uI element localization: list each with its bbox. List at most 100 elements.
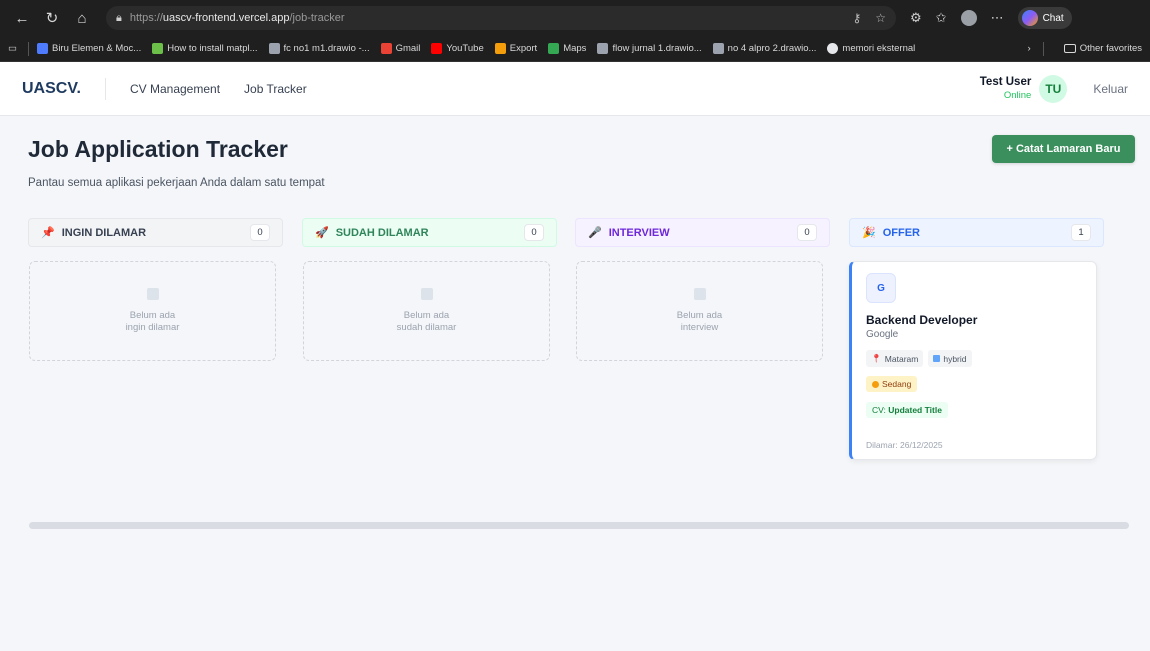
location-label: Mataram <box>884 353 919 364</box>
empty-dropzone-ingin-dilamar[interactable]: Belum ada ingin dilamar <box>29 261 276 361</box>
divider <box>27 41 29 56</box>
column-header-offer: 🎉 OFFER 1 <box>849 218 1104 247</box>
logout-button[interactable]: Keluar <box>1093 82 1128 96</box>
priority-dot-icon <box>872 380 879 388</box>
bookmark-label: Gmail <box>395 43 421 54</box>
page-title: Job Application Tracker <box>28 136 288 162</box>
location-pin-icon: 📍︎ <box>871 353 882 363</box>
user-status: Online <box>1003 90 1032 101</box>
bookmark-item[interactable]: no 4 alpro 2.drawio... <box>712 43 817 54</box>
bookmark-label: Export <box>509 43 538 54</box>
work-type-tag: hybrid <box>928 350 972 367</box>
favorites-icon[interactable]: ✩ <box>936 10 947 26</box>
location-tag: 📍︎ Mataram <box>866 350 924 367</box>
bookmark-icon <box>152 43 164 54</box>
bookmark-label: How to install matpl... <box>167 43 258 54</box>
bookmark-label: YouTube <box>446 43 484 54</box>
column-count: 1 <box>1071 224 1091 241</box>
bookmark-item[interactable]: Biru Elemen & Moc... <box>36 43 141 54</box>
page-subtitle: Pantau semua aplikasi pekerjaan Anda dal… <box>28 177 325 189</box>
bookmark-item[interactable]: Gmail <box>380 43 421 54</box>
bookmark-label: no 4 alpro 2.drawio... <box>727 43 817 54</box>
cv-prefix: CV: <box>872 404 886 415</box>
tabs-icon[interactable]: ▭ <box>8 43 17 54</box>
column-title: INGIN DILAMAR <box>61 226 147 239</box>
extensions-icon[interactable]: ⚙ <box>910 10 922 26</box>
divider <box>1042 41 1044 56</box>
party-popper-icon: 🎉 <box>862 227 876 239</box>
bookmark-item[interactable]: How to install matpl... <box>152 43 258 54</box>
horizontal-scrollbar[interactable] <box>29 522 1129 529</box>
bookmark-label: flow jurnal 1.drawio... <box>612 43 702 54</box>
empty-dropzone-sudah-dilamar[interactable]: Belum ada sudah dilamar <box>303 261 550 361</box>
user-info: Test User Online <box>980 76 1032 101</box>
microphone-icon: 🎤 <box>588 227 602 239</box>
other-favorites[interactable]: Other favorites <box>1063 43 1142 54</box>
empty-text: Belum ada interview <box>676 310 723 333</box>
nav-cv-management[interactable]: CV Management <box>130 82 220 96</box>
cv-title: Updated Title <box>888 404 942 415</box>
bookmarks-bar: ▭ Biru Elemen & Moc... How to install ma… <box>0 36 1150 62</box>
address-bar[interactable]: 🔒︎ https://uascv-frontend.vercel.app/job… <box>106 6 896 30</box>
bookmark-item[interactable]: YouTube <box>431 43 484 54</box>
column-count: 0 <box>797 224 817 241</box>
copilot-icon <box>1021 10 1038 26</box>
bookmark-item[interactable]: memori eksternal <box>827 43 915 54</box>
pin-icon: 📌 <box>41 227 55 239</box>
column-count: 0 <box>250 224 270 241</box>
empty-box-icon <box>146 288 159 300</box>
brand-logo[interactable]: UASCV. <box>22 77 106 100</box>
app-navbar: UASCV. CV Management Job Tracker Test Us… <box>0 62 1150 116</box>
export-icon <box>494 43 506 54</box>
url-path: /job-tracker <box>289 12 345 24</box>
cv-badge: CV: Updated Title <box>866 401 948 418</box>
company-name: Google <box>866 329 899 340</box>
column-header-interview: 🎤 INTERVIEW 0 <box>575 218 830 247</box>
empty-box-icon <box>420 288 433 300</box>
gmail-icon <box>380 43 392 54</box>
drawio-icon <box>712 43 724 54</box>
job-title: Backend Developer <box>866 313 978 327</box>
bookmark-label: Maps <box>563 43 587 54</box>
url-host: uascv-frontend.vercel.app <box>162 12 290 24</box>
empty-dropzone-interview[interactable]: Belum ada interview <box>576 261 823 361</box>
copilot-chat-button[interactable]: Chat <box>1017 7 1072 29</box>
column-count: 0 <box>524 224 544 241</box>
browser-toolbar: ← ↻ ⌂ 🔒︎ https://uascv-frontend.vercel.a… <box>0 0 1150 36</box>
bookmark-item[interactable]: fc no1 m1.drawio -... <box>268 43 370 54</box>
priority-badge: Sedang <box>866 376 918 392</box>
priority-label: Sedang <box>882 379 912 389</box>
job-card[interactable]: G Backend Developer Google 📍︎ Mataram hyb… <box>849 261 1097 460</box>
column-title: OFFER <box>882 226 920 239</box>
add-application-button[interactable]: + Catat Lamaran Baru <box>992 135 1135 163</box>
chevron-right-icon[interactable]: › <box>1028 43 1031 54</box>
avatar[interactable]: TU <box>1039 74 1068 103</box>
back-icon[interactable]: ← <box>10 6 34 30</box>
favorite-star-icon[interactable]: ☆ <box>875 11 886 25</box>
key-icon[interactable]: ⚷ <box>852 11 861 25</box>
empty-text: Belum ada ingin dilamar <box>125 310 180 333</box>
rocket-icon: 🚀 <box>315 227 329 239</box>
bookmark-item[interactable]: flow jurnal 1.drawio... <box>597 43 702 54</box>
bookmark-item[interactable]: Maps <box>548 43 586 54</box>
applied-date: Dilamar: 26/12/2025 <box>866 439 943 450</box>
bookmark-item[interactable]: Export <box>494 43 538 54</box>
youtube-icon <box>431 43 443 54</box>
maps-icon <box>548 43 560 54</box>
drawio-icon <box>268 43 280 54</box>
google-icon <box>827 43 839 54</box>
column-header-sudah-dilamar: 🚀 SUDAH DILAMAR 0 <box>302 218 557 247</box>
lock-icon: 🔒︎ <box>116 11 122 24</box>
bookmark-label: fc no1 m1.drawio -... <box>283 43 370 54</box>
home-icon[interactable]: ⌂ <box>70 6 94 30</box>
url-scheme: https:// <box>129 12 163 24</box>
profile-icon[interactable] <box>960 10 977 26</box>
column-header-ingin-dilamar: 📌 INGIN DILAMAR 0 <box>28 218 283 247</box>
folder-icon <box>1063 44 1076 53</box>
nav-job-tracker[interactable]: Job Tracker <box>244 82 307 96</box>
user-menu: Test User Online TU Keluar <box>980 74 1128 103</box>
empty-box-icon <box>693 288 706 300</box>
refresh-icon[interactable]: ↻ <box>40 6 64 30</box>
building-icon <box>933 355 941 362</box>
more-icon[interactable]: ⋯ <box>991 10 1004 26</box>
